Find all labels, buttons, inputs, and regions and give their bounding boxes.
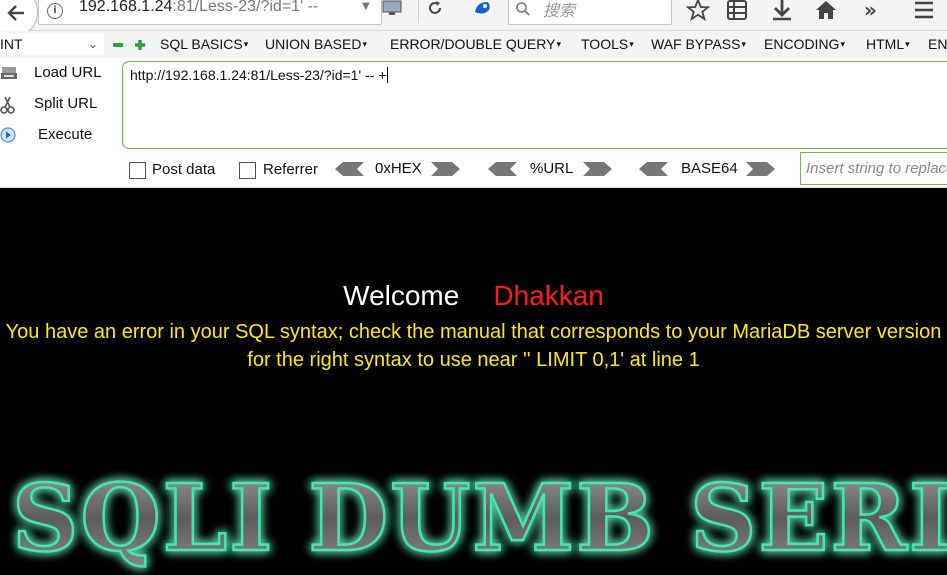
menu-label: ENCODING [764, 36, 840, 52]
menu-error-double-query[interactable]: ERROR/DOUBLE QUERY▾ [390, 36, 561, 52]
replace-placeholder: Insert string to replace [806, 160, 947, 177]
load-url-label: Load URL [34, 64, 102, 81]
reload-icon [429, 1, 441, 14]
url-textarea-value: http://192.168.1.24:81/Less-23/?id=1' --… [130, 67, 387, 83]
type-select[interactable]: INT ⌄ [0, 33, 104, 55]
url-textarea[interactable]: http://192.168.1.24:81/Less-23/?id=1' --… [122, 61, 947, 149]
sql-error-message: You have an error in your SQL syntax; ch… [5, 321, 942, 371]
address-bar[interactable]: i 192.168.1.24:81/Less-23/?id=1' -- ▼ [38, 0, 382, 25]
menu-label: UNION BASED [265, 36, 362, 52]
chevron-down-icon: ⌄ [88, 37, 99, 51]
menu-sql-basics[interactable]: SQL BASICS▾ [160, 36, 248, 52]
load-url-icon [1, 67, 17, 79]
menu-tools[interactable]: TOOLS▾ [581, 36, 634, 52]
referrer-checkbox[interactable] [239, 162, 256, 179]
download-icon[interactable] [770, 0, 794, 22]
replace-string-input[interactable]: Insert string to replace [800, 152, 947, 185]
post-data-checkbox[interactable] [129, 162, 146, 179]
split-url-button[interactable]: Split URL [0, 91, 115, 117]
menu-label: WAF BYPASS [651, 36, 741, 52]
menu-encoding[interactable]: ENCODING▾ [764, 36, 845, 52]
hex-label: 0xHEX [375, 160, 422, 177]
minus-icon[interactable] [113, 43, 123, 47]
hackbar-menu-row: INT ⌄ SQL BASICS▾ UNION BASED▾ ERROR/DOU… [0, 31, 947, 58]
search-box[interactable]: 搜索 [508, 0, 672, 25]
menu-icon[interactable] [912, 0, 936, 22]
menu-label: TOOLS [581, 36, 629, 52]
search-placeholder: 搜索 [543, 1, 576, 20]
bookmark-star-icon[interactable] [686, 0, 710, 22]
execute-label: Execute [38, 126, 93, 143]
welcome-line: Welcome Dhakkan [0, 280, 947, 312]
referrer-label: Referrer [263, 161, 319, 178]
urlencode-label: %URL [530, 160, 574, 177]
reload-button[interactable] [418, 0, 453, 23]
url-decode-arrow-icon[interactable] [488, 161, 518, 177]
logo-text: SQLI DUMB SERIES [12, 464, 947, 572]
url-host: 192.168.1.24 [79, 0, 173, 15]
reader-list-icon[interactable] [725, 0, 749, 22]
browser-toolbar: i 192.168.1.24:81/Less-23/?id=1' -- ▼ 搜索… [0, 0, 947, 38]
logo-image: SQLI DUMB SERIES [11, 463, 947, 574]
menu-waf-bypass[interactable]: WAF BYPASS▾ [651, 36, 746, 52]
type-select-value: INT [0, 36, 23, 52]
search-icon [516, 2, 530, 16]
menu-enc[interactable]: ENC [928, 36, 947, 52]
menu-label: HTML [866, 36, 905, 52]
menu-union-based[interactable]: UNION BASED▾ [265, 36, 367, 52]
overflow-chevron-icon[interactable]: » [864, 0, 888, 22]
base64-encode-arrow-icon[interactable] [745, 161, 775, 177]
chevron-down-icon[interactable]: ▼ [362, 1, 370, 12]
address-text[interactable]: 192.168.1.24:81/Less-23/?id=1' -- [79, 0, 318, 16]
menu-label: ENC [928, 36, 947, 52]
sqli-dumb-series-logo: SQLI DUMB SERIES [0, 455, 947, 575]
menu-label: ERROR/DOUBLE QUERY [390, 36, 556, 52]
back-arrow-icon [7, 5, 24, 21]
monitor-icon[interactable] [382, 0, 402, 16]
home-icon[interactable] [814, 0, 838, 22]
menu-html[interactable]: HTML▾ [866, 36, 910, 52]
menu-label: SQL BASICS [160, 36, 243, 52]
split-url-label: Split URL [34, 95, 98, 112]
text-cursor [387, 67, 389, 83]
base64-decode-arrow-icon[interactable] [639, 161, 669, 177]
hex-decode-arrow-icon[interactable] [335, 161, 365, 177]
hex-encode-arrow-icon[interactable] [430, 161, 460, 177]
post-data-label: Post data [152, 161, 216, 178]
plus-icon[interactable] [134, 39, 146, 51]
base64-label: BASE64 [681, 160, 738, 177]
extension-icon[interactable] [471, 0, 495, 20]
welcome-text: Welcome [343, 280, 460, 311]
scissors-icon [0, 96, 15, 114]
play-icon [0, 127, 16, 143]
url-path: :81/Less-23/?id=1' -- [172, 0, 319, 15]
load-url-button[interactable]: Load URL [0, 60, 115, 86]
hackbar-panel: INT ⌄ SQL BASICS▾ UNION BASED▾ ERROR/DOU… [0, 31, 947, 188]
url-encode-arrow-icon[interactable] [582, 161, 612, 177]
execute-button[interactable]: Execute [0, 122, 115, 148]
info-icon[interactable]: i [47, 3, 63, 19]
username-text: Dhakkan [493, 280, 604, 311]
